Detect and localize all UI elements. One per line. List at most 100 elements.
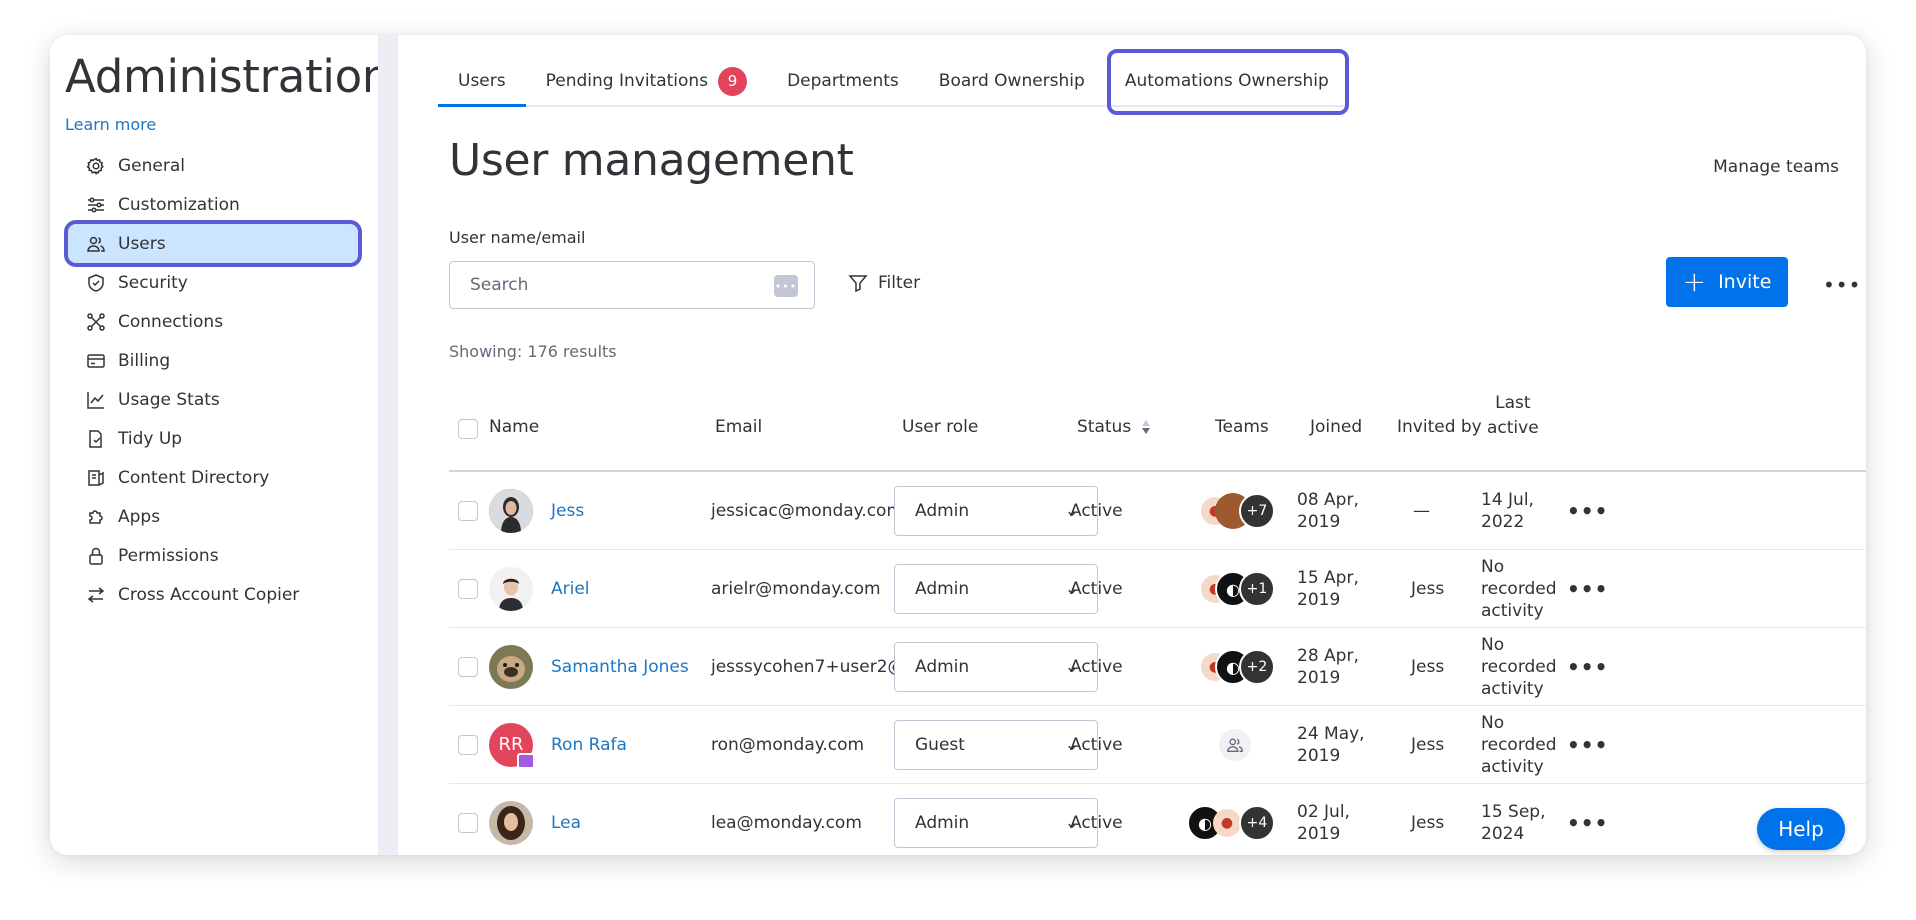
swap-icon <box>86 585 106 605</box>
search-label: User name/email <box>449 228 586 247</box>
manage-teams-link[interactable]: Manage teams <box>1713 157 1839 177</box>
row-checkbox[interactable] <box>458 656 478 677</box>
sidebar-item-usage-stats[interactable]: Usage Stats <box>68 380 358 419</box>
broom-icon <box>86 429 106 449</box>
user-name-link[interactable]: Samantha Jones <box>551 657 689 677</box>
user-status: Active <box>1070 500 1123 521</box>
row-more-options-icon[interactable]: ••• <box>1567 733 1608 757</box>
select-all-checkbox[interactable] <box>458 419 478 439</box>
tab-board-ownership[interactable]: Board Ownership <box>919 65 1105 105</box>
row-more-options-icon[interactable]: ••• <box>1567 655 1608 679</box>
user-email: arielr@monday.com <box>711 578 881 599</box>
joined-line2: 2019 <box>1297 589 1341 610</box>
last-active-line1: No <box>1481 556 1505 577</box>
sidebar-item-label: Users <box>118 233 166 254</box>
role-value: Admin <box>915 578 970 599</box>
sidebar-item-label: Tidy Up <box>118 428 183 449</box>
add-team-icon[interactable] <box>1219 728 1251 761</box>
tab-bar: Users Pending Invitations 9 Departments … <box>438 65 1349 107</box>
sidebar-item-customization[interactable]: Customization <box>68 185 358 224</box>
lock-icon <box>86 546 106 566</box>
role-dropdown[interactable]: Admin ⌄ <box>894 485 1098 536</box>
user-name-link[interactable]: Jess <box>551 501 584 521</box>
avatar[interactable] <box>489 800 533 845</box>
joined-line2: 2019 <box>1297 511 1341 532</box>
row-checkbox[interactable] <box>458 500 478 521</box>
main-content: Users Pending Invitations 9 Departments … <box>398 35 1866 855</box>
sidebar-item-billing[interactable]: Billing <box>68 341 358 380</box>
sidebar-item-general[interactable]: General <box>68 146 358 185</box>
last-active: 14 Jul, 2022 <box>1481 489 1534 533</box>
role-value: Admin <box>915 812 970 833</box>
row-more-options-icon[interactable]: ••• <box>1567 499 1608 523</box>
sidebar-item-permissions[interactable]: Permissions <box>68 536 358 575</box>
tab-label: Pending Invitations <box>545 71 709 91</box>
tab-departments[interactable]: Departments <box>767 65 919 105</box>
invited-by: Jess <box>1411 812 1445 833</box>
row-more-options-icon[interactable]: ••• <box>1567 577 1608 601</box>
sidebar-item-content-directory[interactable]: Content Directory <box>68 458 358 497</box>
user-name-link[interactable]: Lea <box>551 813 581 833</box>
more-options-icon[interactable]: ••• <box>1823 273 1861 297</box>
sidebar-item-connections[interactable]: Connections <box>68 302 358 341</box>
tab-pending-invitations[interactable]: Pending Invitations 9 <box>526 65 767 105</box>
teams-stack[interactable]: ◐ ● +4 <box>1187 784 1275 855</box>
credit-card-icon <box>86 351 106 371</box>
row-checkbox[interactable] <box>458 734 478 755</box>
chart-icon <box>86 390 106 410</box>
avatar[interactable]: RR <box>489 722 535 769</box>
table-header: Name Email User role Status Teams Joined… <box>449 385 1866 472</box>
joined-date: 15 Apr, 2019 <box>1297 567 1359 611</box>
shield-icon <box>86 273 106 293</box>
user-status: Active <box>1070 578 1123 599</box>
search-input[interactable] <box>470 275 760 295</box>
filter-button[interactable]: Filter <box>848 273 920 293</box>
table-row: Lea lea@monday.com Admin ⌄ Active ◐ ● +4… <box>449 784 1866 855</box>
row-checkbox[interactable] <box>458 812 478 833</box>
tab-users[interactable]: Users <box>438 65 526 107</box>
invite-button[interactable]: + Invite <box>1666 257 1788 307</box>
last-active: No recorded activity <box>1481 712 1557 778</box>
header-last-active-line1: Last <box>1495 393 1531 413</box>
tab-label: Board Ownership <box>938 71 1085 91</box>
search-field: ••• <box>449 261 815 309</box>
sidebar-item-tidy-up[interactable]: Tidy Up <box>68 419 358 458</box>
sidebar-item-users[interactable]: Users <box>64 220 362 267</box>
sidebar-item-label: Apps <box>118 506 161 527</box>
role-dropdown[interactable]: Admin ⌄ <box>894 797 1098 848</box>
sidebar-item-security[interactable]: Security <box>68 263 358 302</box>
user-name-link[interactable]: Ron Rafa <box>551 735 627 755</box>
role-dropdown[interactable]: Guest ⌄ <box>894 719 1098 770</box>
tab-automations-ownership[interactable]: Automations Ownership <box>1105 65 1349 105</box>
sidebar-item-label: Permissions <box>118 545 219 566</box>
role-dropdown[interactable]: Admin ⌄ <box>894 563 1098 614</box>
user-name-link[interactable]: Ariel <box>551 579 590 599</box>
header-joined: Joined <box>1310 417 1363 437</box>
sidebar-item-cross-account-copier[interactable]: Cross Account Copier <box>68 575 358 614</box>
role-dropdown[interactable]: Admin ⌄ <box>894 641 1098 692</box>
teams-stack[interactable]: ● ◐ +1 <box>1201 550 1275 628</box>
plus-icon: + <box>1682 265 1707 298</box>
tab-label: Automations Ownership <box>1124 71 1329 91</box>
last-active-line2: recorded <box>1481 656 1557 677</box>
users-icon <box>86 234 106 254</box>
help-button[interactable]: Help <box>1757 808 1845 850</box>
sidebar-item-apps[interactable]: Apps <box>68 497 358 536</box>
results-count: Showing: 176 results <box>449 342 617 361</box>
teams-stack[interactable]: ● +7 <box>1201 472 1275 550</box>
invite-label: Invite <box>1718 271 1772 293</box>
avatar[interactable] <box>489 566 533 611</box>
joined-date: 28 Apr, 2019 <box>1297 645 1359 689</box>
avatar[interactable] <box>489 488 533 533</box>
row-checkbox[interactable] <box>458 578 478 599</box>
team-more-count: +7 <box>1239 493 1275 529</box>
learn-more-link[interactable]: Learn more <box>65 115 156 134</box>
table-row: RR Ron Rafa ron@monday.com Guest ⌄ Activ… <box>449 706 1866 784</box>
last-active-line1: No <box>1481 634 1505 655</box>
avatar[interactable] <box>489 644 533 689</box>
header-status[interactable]: Status <box>1077 417 1153 437</box>
team-more-count: +1 <box>1239 571 1275 607</box>
invited-by: — <box>1413 500 1430 521</box>
row-more-options-icon[interactable]: ••• <box>1567 811 1608 835</box>
teams-stack[interactable]: ● ◐ +2 <box>1201 628 1275 706</box>
